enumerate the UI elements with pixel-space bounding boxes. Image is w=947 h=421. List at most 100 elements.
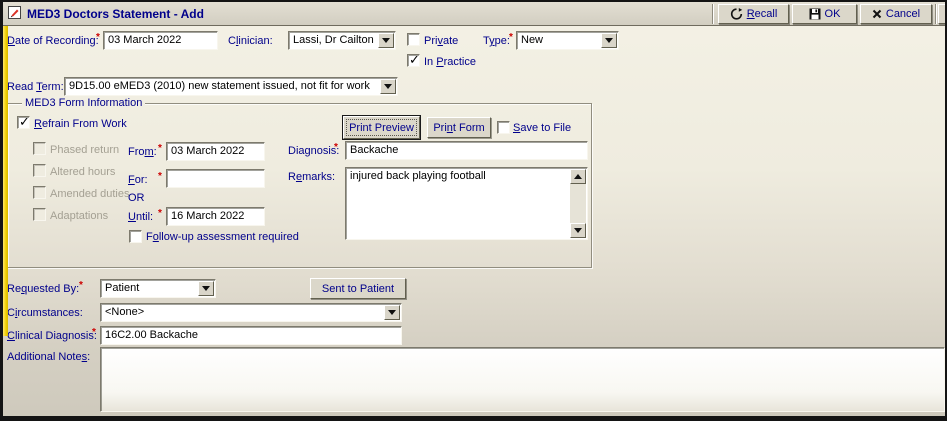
private-checkbox[interactable] [407, 33, 420, 46]
clinical-diagnosis-input[interactable]: 16C2.00 Backache [100, 326, 402, 345]
follow-up-label: Follow-up assessment required [146, 231, 299, 243]
in-practice-label: In Practice [424, 56, 476, 68]
toolbar-separator [935, 4, 937, 24]
type-select[interactable]: New [516, 31, 619, 50]
circumstances-select[interactable]: <None> [100, 303, 402, 322]
print-preview-button[interactable]: Print Preview [343, 116, 420, 139]
requested-by-value: Patient [105, 282, 139, 295]
additional-notes-textarea[interactable] [100, 347, 945, 412]
help-button[interactable]: ? Help [938, 4, 947, 24]
required-asterisk: * [96, 32, 100, 43]
amended-duties-checkbox [33, 186, 46, 199]
in-practice-checkbox[interactable] [407, 54, 420, 67]
refrain-from-work-checkbox[interactable] [17, 116, 30, 129]
adaptations-checkbox [33, 208, 46, 221]
close-icon [872, 9, 882, 19]
save-to-file-label: Save to File [513, 122, 571, 134]
requested-by-label: Requested By: [7, 283, 79, 295]
refrain-from-work-label: Refrain From Work [34, 118, 127, 130]
scroll-down-button[interactable] [570, 223, 586, 238]
save-icon [809, 8, 821, 20]
remarks-scrollbar[interactable] [570, 169, 586, 238]
required-asterisk: * [334, 142, 338, 153]
ok-label: OK [825, 8, 841, 20]
required-asterisk: * [158, 143, 162, 154]
requested-by-select[interactable]: Patient [100, 279, 216, 298]
remarks-value: injured back playing football [350, 170, 567, 183]
from-value: 03 March 2022 [171, 145, 244, 158]
chevron-down-icon [384, 84, 392, 89]
clinical-diagnosis-value: 16C2.00 Backache [105, 329, 198, 342]
clinician-select[interactable]: Lassi, Dr Cailton [288, 31, 396, 50]
required-asterisk: * [79, 280, 83, 291]
follow-up-checkbox[interactable] [129, 230, 142, 243]
dropdown-button[interactable] [380, 79, 396, 94]
read-term-value: 9D15.00 eMED3 (2010) new statement issue… [69, 80, 370, 93]
altered-hours-checkbox [33, 164, 46, 177]
med3-group-legend: MED3 Form Information [22, 97, 145, 109]
required-asterisk: * [158, 208, 162, 219]
for-label: For: [128, 174, 148, 186]
accent-stripe [3, 26, 8, 336]
until-input[interactable]: 16 March 2022 [166, 207, 265, 226]
cancel-label: Cancel [886, 8, 920, 20]
remarks-textarea[interactable]: injured back playing football [345, 167, 588, 240]
clinician-label: Clinician: [228, 35, 273, 47]
required-asterisk: * [92, 327, 96, 338]
private-label: Private [424, 35, 458, 47]
circumstances-value: <None> [105, 306, 144, 319]
until-value: 16 March 2022 [171, 210, 244, 223]
until-label: Until: [128, 211, 153, 223]
print-form-label: Print Form [433, 122, 484, 134]
date-of-recording-value: 03 March 2022 [108, 34, 181, 47]
chevron-down-icon [605, 38, 613, 43]
save-to-file-checkbox[interactable] [497, 121, 510, 134]
type-label: Type: [483, 35, 510, 47]
from-input[interactable]: 03 March 2022 [166, 142, 265, 161]
window-title: MED3 Doctors Statement - Add [27, 7, 204, 21]
for-input[interactable] [166, 169, 265, 188]
dropdown-button[interactable] [384, 305, 400, 320]
required-asterisk: * [509, 32, 513, 43]
dropdown-button[interactable] [198, 281, 214, 296]
date-of-recording-input[interactable]: 03 March 2022 [103, 31, 218, 50]
dropdown-button[interactable] [601, 33, 617, 48]
sent-to-patient-label: Sent to Patient [322, 283, 394, 295]
scroll-up-icon [574, 174, 582, 179]
or-label: OR [128, 192, 145, 204]
diagnosis-label: Diagnosis: [288, 145, 339, 157]
ok-button[interactable]: OK [792, 4, 857, 24]
adaptations-label: Adaptations [50, 210, 108, 222]
chevron-down-icon [202, 286, 210, 291]
diagnosis-value: Backache [350, 144, 398, 157]
altered-hours-label: Altered hours [50, 166, 115, 178]
phased-return-checkbox [33, 142, 46, 155]
read-term-select[interactable]: 9D15.00 eMED3 (2010) new statement issue… [64, 77, 398, 96]
circumstances-label: Circumstances: [7, 307, 83, 319]
dropdown-button[interactable] [378, 33, 394, 48]
chevron-down-icon [382, 38, 390, 43]
additional-notes-label: Additional Notes: [7, 351, 90, 363]
chevron-down-icon [388, 310, 396, 315]
required-asterisk: * [158, 171, 162, 182]
print-form-button[interactable]: Print Form [427, 117, 491, 138]
phased-return-label: Phased return [50, 144, 119, 156]
diagnosis-input[interactable]: Backache [345, 141, 588, 160]
doc-edit-icon [8, 6, 21, 19]
scroll-up-button[interactable] [570, 169, 586, 184]
remarks-label: Remarks: [288, 171, 335, 183]
date-of-recording-label: Date of Recording: [7, 35, 99, 47]
med3-statement-window: MED3 Doctors Statement - Add Recall OK C… [0, 0, 947, 421]
recall-icon [730, 8, 743, 20]
sent-to-patient-button[interactable]: Sent to Patient [310, 278, 406, 299]
recall-button[interactable]: Recall [718, 4, 789, 24]
cancel-button[interactable]: Cancel [860, 4, 932, 24]
scroll-down-icon [574, 228, 582, 233]
amended-duties-label: Amended duties [50, 188, 130, 200]
from-label: From: [128, 146, 157, 158]
type-value: New [521, 34, 543, 47]
toolbar-separator [712, 4, 714, 24]
clinical-diagnosis-label: Clinical Diagnosis: [7, 330, 97, 342]
clinician-value: Lassi, Dr Cailton [293, 34, 374, 47]
print-preview-label: Print Preview [349, 122, 414, 134]
